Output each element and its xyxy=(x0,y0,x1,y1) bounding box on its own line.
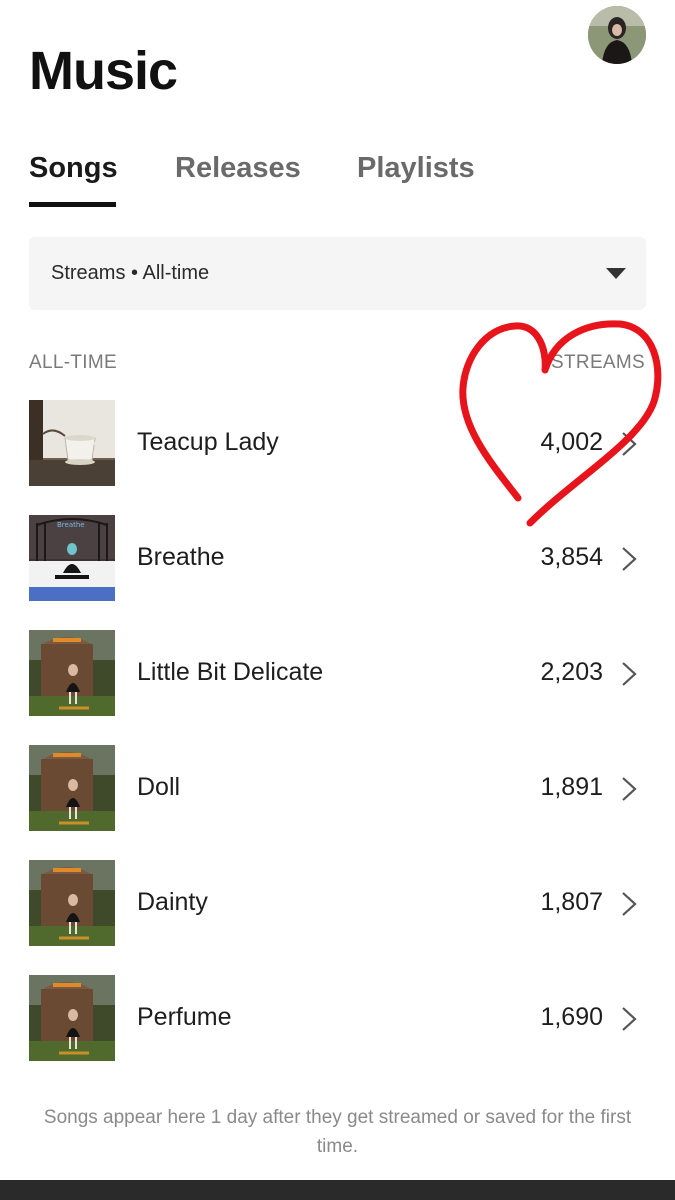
column-header-streams: STREAMS xyxy=(551,352,645,373)
chevron-right-icon xyxy=(621,661,637,687)
svg-text:Breathe: Breathe xyxy=(57,521,85,529)
chevron-right-icon xyxy=(621,546,637,572)
ep-artwork xyxy=(29,745,115,831)
tab-releases[interactable]: Releases xyxy=(175,152,301,185)
filter-selected-value: Streams • All-time xyxy=(51,262,210,284)
song-row[interactable]: Little Bit Delicate 2,203 xyxy=(0,628,675,716)
avatar[interactable] xyxy=(588,6,646,64)
song-row[interactable]: Breathe Breathe 3,854 xyxy=(0,513,675,601)
bottom-bar xyxy=(0,1180,675,1200)
song-title: Little Bit Delicate xyxy=(137,658,324,686)
song-row[interactable]: Perfume 1,690 xyxy=(0,973,675,1061)
teacup-artwork xyxy=(29,400,115,486)
tab-playlists[interactable]: Playlists xyxy=(357,152,475,185)
stream-count: 2,203 xyxy=(540,658,603,686)
chevron-right-icon xyxy=(621,776,637,802)
stream-count: 4,002 xyxy=(540,428,603,456)
breathe-artwork: Breathe xyxy=(29,515,115,601)
song-title: Dainty xyxy=(137,888,208,916)
page-title: Music xyxy=(29,41,178,101)
song-title: Perfume xyxy=(137,1003,232,1031)
song-row[interactable]: Doll 1,891 xyxy=(0,743,675,831)
streams-filter-dropdown[interactable]: Streams • All-time xyxy=(29,237,646,310)
footnote-text: Songs appear here 1 day after they get s… xyxy=(43,1107,632,1157)
chevron-right-icon xyxy=(621,431,637,457)
column-header-all-time: ALL-TIME xyxy=(29,352,117,373)
song-title: Breathe xyxy=(137,543,225,571)
avatar-photo xyxy=(588,6,646,64)
ep-artwork xyxy=(29,975,115,1061)
chevron-right-icon xyxy=(621,1006,637,1032)
ep-artwork xyxy=(29,860,115,946)
tab-songs[interactable]: Songs xyxy=(29,152,118,185)
caret-down-icon xyxy=(606,268,626,279)
ep-artwork xyxy=(29,630,115,716)
song-title: Doll xyxy=(137,773,181,801)
song-title: Teacup Lady xyxy=(137,428,279,456)
chevron-right-icon xyxy=(621,891,637,917)
active-tab-indicator xyxy=(29,202,116,207)
song-row[interactable]: Teacup Lady 4,002 xyxy=(0,398,675,486)
stream-count: 3,854 xyxy=(540,543,603,571)
stream-count: 1,807 xyxy=(540,888,603,916)
stream-count: 1,690 xyxy=(540,1003,603,1031)
song-row[interactable]: Dainty 1,807 xyxy=(0,858,675,946)
stream-count: 1,891 xyxy=(540,773,603,801)
